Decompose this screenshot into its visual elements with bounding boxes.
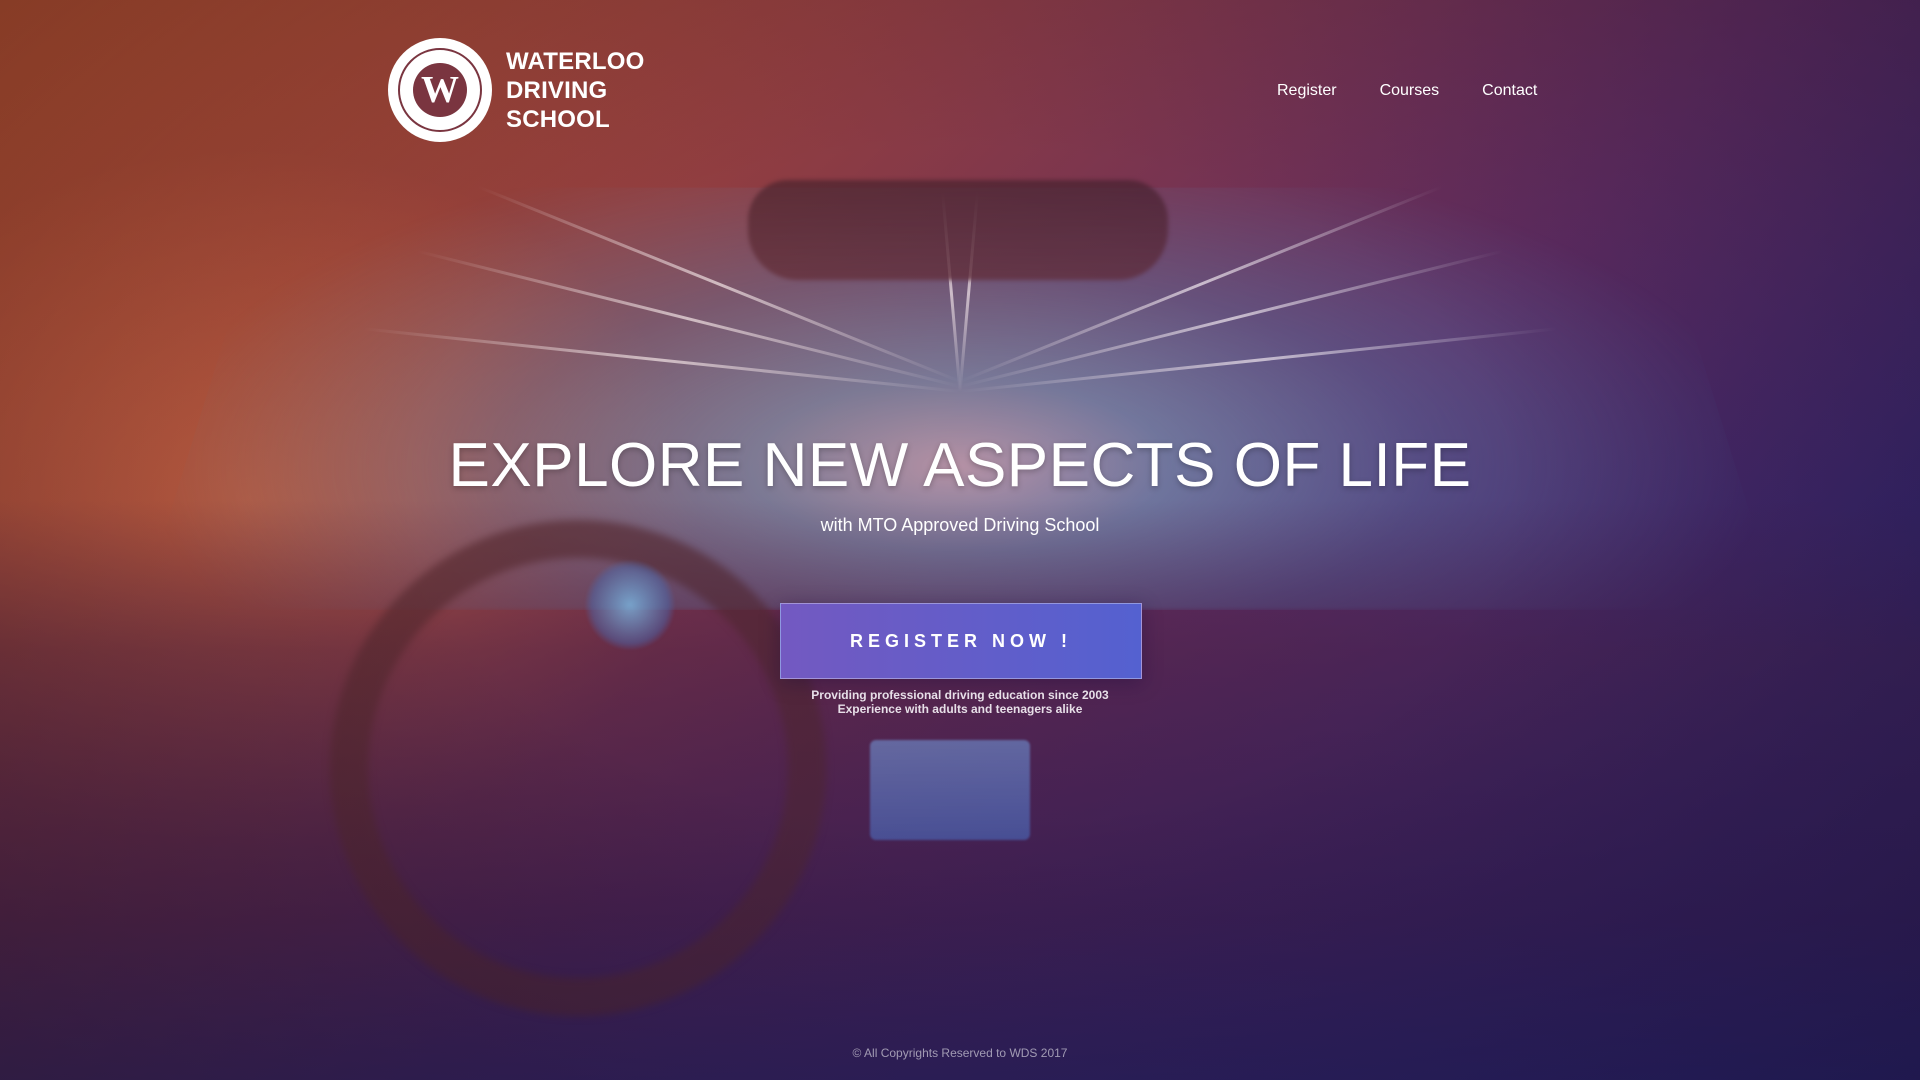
site-header: W WATERLOO DRIVING SCHOOL Register Cours… [0, 0, 1920, 190]
tagline-line1: Providing professional driving education… [811, 688, 1109, 702]
hero-headline: EXPLORE NEW ASPECTS OF LIFE [448, 431, 1472, 500]
hero-subheadline: with MTO Approved Driving School [820, 515, 1100, 535]
hero-tagline: Providing professional driving education… [0, 688, 1920, 716]
logo-badge-icon: W [388, 38, 492, 142]
hero-section: EXPLORE NEW ASPECTS OF LIFE with MTO App… [0, 430, 1920, 536]
brand-name-line1: WATERLOO [506, 47, 645, 75]
nav-contact-link[interactable]: Contact [1482, 82, 1537, 100]
register-now-button[interactable]: REGISTER NOW ! [780, 603, 1142, 679]
main-nav: Register Courses Contact [1277, 82, 1537, 100]
copyright-footer: © All Copyrights Reserved to WDS 2017 [852, 1046, 1068, 1060]
brand-name: WATERLOO DRIVING SCHOOL [506, 47, 644, 134]
brand-name-line2: DRIVING [506, 76, 608, 104]
brand-logo[interactable]: W WATERLOO DRIVING SCHOOL [388, 38, 644, 142]
brand-name-line3: SCHOOL [506, 105, 610, 133]
nav-courses-link[interactable]: Courses [1380, 82, 1440, 100]
tagline-line2: Experience with adults and teenagers ali… [837, 702, 1083, 716]
nav-register-link[interactable]: Register [1277, 82, 1337, 100]
